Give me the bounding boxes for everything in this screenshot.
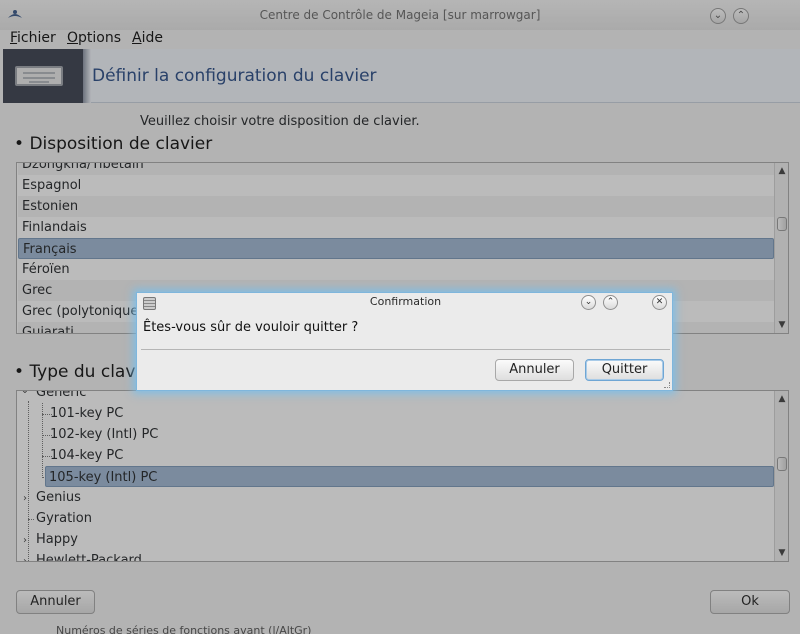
resize-grip-icon[interactable] bbox=[664, 382, 670, 388]
dialog-quit-button[interactable]: Quitter bbox=[585, 359, 664, 381]
dialog-separator bbox=[141, 349, 670, 350]
dialog-message: Êtes-vous sûr de vouloir quitter ? bbox=[143, 320, 359, 335]
minimize-icon[interactable]: ⌄ bbox=[581, 295, 596, 310]
maximize-icon[interactable]: ⌃ bbox=[603, 295, 618, 310]
dialog-cancel-button[interactable]: Annuler bbox=[495, 359, 574, 381]
confirmation-dialog: Confirmation ⌄ ⌃ ✕ Êtes-vous sûr de voul… bbox=[136, 292, 673, 391]
close-icon[interactable]: ✕ bbox=[652, 295, 667, 310]
